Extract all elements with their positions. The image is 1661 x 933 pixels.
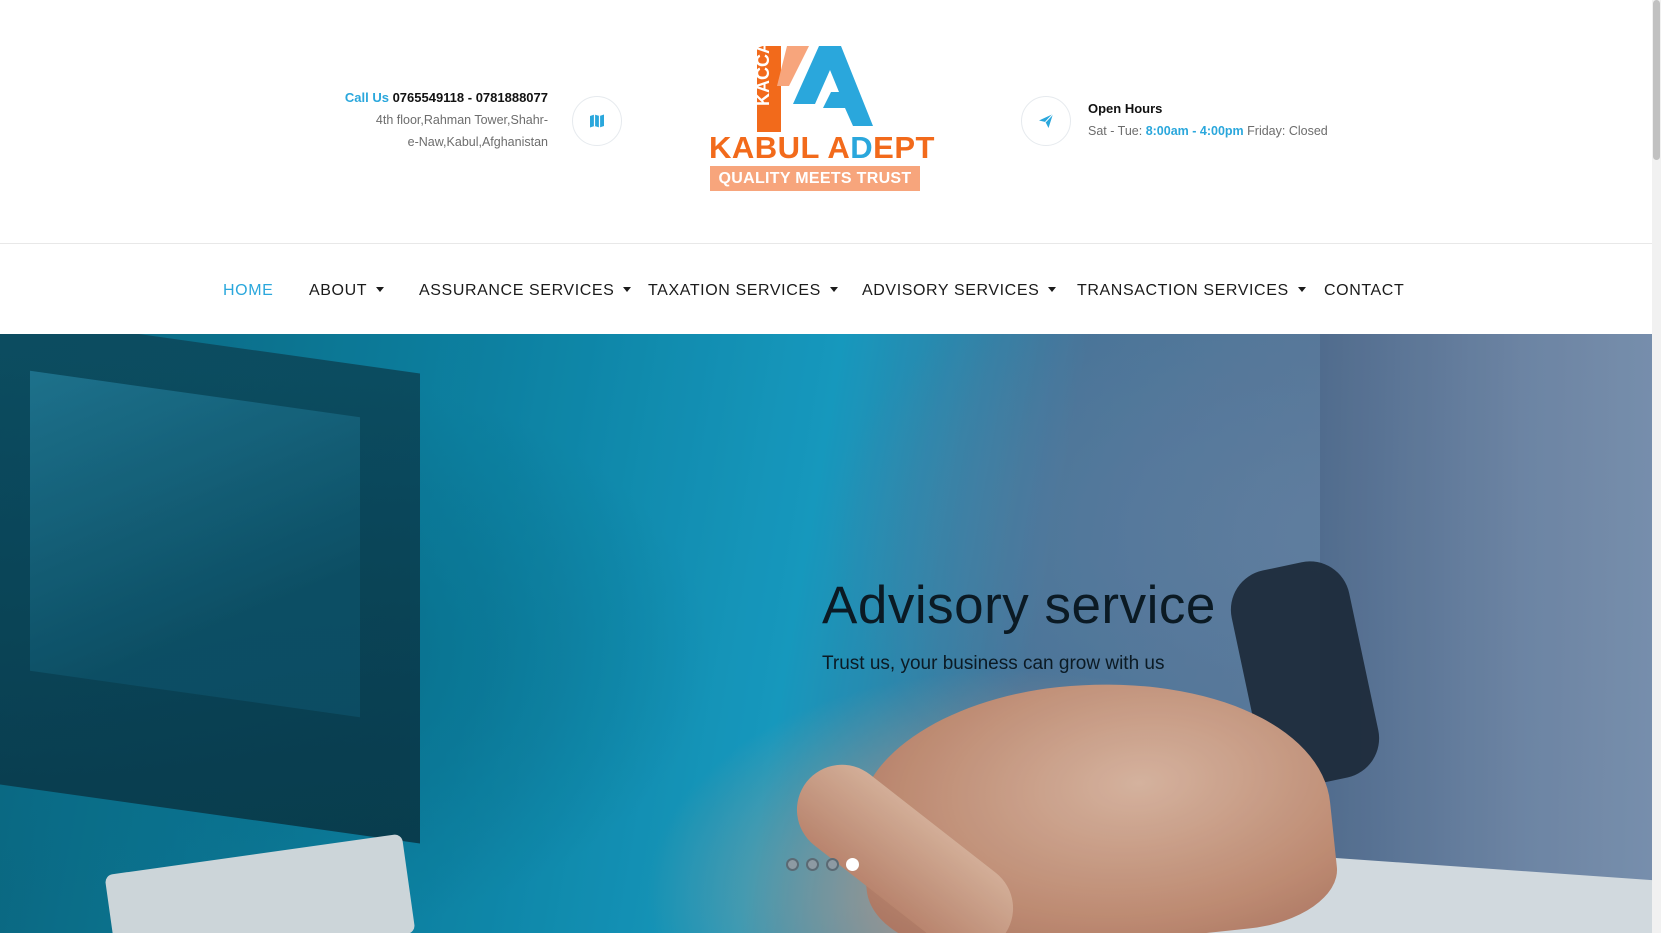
map-icon (590, 114, 604, 128)
paper-plane-icon (1039, 113, 1054, 128)
main-navigation: HOME ABOUT ASSURANCE SERVICES TAXATION S… (0, 243, 1652, 334)
address-line-2: e-Naw,Kabul,Afghanistan (407, 135, 548, 149)
nav-item-label: ABOUT (309, 282, 368, 299)
hero-caption: Advisory service Trust us, your business… (822, 574, 1422, 676)
nav-item-taxation-services[interactable]: TAXATION SERVICES (648, 281, 838, 301)
nav-item-about[interactable]: ABOUT (309, 281, 385, 301)
open-hours: Open Hours Sat - Tue: 8:00am - 4:00pm Fr… (1088, 99, 1388, 142)
hours-days: Sat - Tue: (1088, 124, 1143, 138)
site-logo[interactable]: KACCA KABUL ADEPT QUALITY MEETS TRUST (709, 46, 934, 192)
slide-indicator-1[interactable] (786, 858, 799, 871)
brand-name-part-2: D (850, 130, 874, 165)
hero-slider[interactable]: Advisory service Trust us, your business… (0, 334, 1652, 933)
send-button[interactable] (1021, 96, 1071, 146)
scrollbar-thumb[interactable] (1653, 0, 1660, 160)
caret-down-icon (623, 287, 632, 292)
nav-item-label: ADVISORY SERVICES (862, 282, 1040, 299)
page-scrollbar[interactable] (1652, 0, 1661, 933)
hours-time: 8:00am - 4:00pm (1145, 124, 1244, 138)
slide-indicator-4[interactable] (846, 858, 859, 871)
nav-menu: HOME ABOUT ASSURANCE SERVICES TAXATION S… (0, 244, 1652, 334)
phone-numbers[interactable]: 0765549118 - 0781888077 (393, 90, 548, 105)
nav-item-label: CONTACT (1324, 282, 1405, 299)
call-line: Call Us 0765549118 - 0781888077 (280, 88, 548, 108)
brand-tagline: QUALITY MEETS TRUST (710, 166, 920, 191)
call-label: Call Us (344, 90, 389, 105)
caret-down-icon (1048, 287, 1057, 292)
nav-item-advisory-services[interactable]: ADVISORY SERVICES (862, 281, 1057, 301)
logo-mark: KACCA (757, 46, 873, 132)
hours-friday: Friday: Closed (1247, 124, 1328, 138)
address-line-1: 4th floor,Rahman Tower,Shahr- (375, 113, 548, 127)
slider-indicators (786, 858, 859, 872)
brand-name-part-3: EPT (873, 130, 935, 165)
caret-down-icon (829, 287, 838, 292)
hero-title: Advisory service (822, 576, 1216, 635)
brand-name: KABUL ADEPT (709, 130, 934, 165)
nav-item-label: ASSURANCE SERVICES (419, 282, 615, 299)
open-hours-title: Open Hours (1088, 101, 1163, 116)
slide-indicator-2[interactable] (806, 858, 819, 871)
nav-item-contact[interactable]: CONTACT (1324, 281, 1404, 301)
brand-name-part-1: KABUL A (709, 130, 851, 165)
contact-info: Call Us 0765549118 - 0781888077 4th floo… (280, 88, 548, 153)
open-hours-line: Sat - Tue: 8:00am - 4:00pm Friday: Close… (1088, 120, 1388, 142)
logo-mark-text: KACCA (757, 46, 773, 106)
caret-down-icon (376, 287, 385, 292)
caret-down-icon (1297, 287, 1306, 292)
nav-item-label: TAXATION SERVICES (648, 282, 821, 299)
nav-item-label: TRANSACTION SERVICES (1077, 282, 1289, 299)
nav-item-home[interactable]: HOME (223, 281, 273, 301)
nav-item-label: HOME (223, 282, 274, 299)
page: Call Us 0765549118 - 0781888077 4th floo… (0, 0, 1661, 933)
top-header: Call Us 0765549118 - 0781888077 4th floo… (0, 0, 1652, 243)
slide-indicator-3[interactable] (826, 858, 839, 871)
nav-item-transaction-services[interactable]: TRANSACTION SERVICES (1077, 281, 1306, 301)
map-button[interactable] (572, 96, 622, 146)
hero-subtitle: Trust us, your business can grow with us (822, 653, 1165, 674)
nav-item-assurance-services[interactable]: ASSURANCE SERVICES (419, 281, 632, 301)
